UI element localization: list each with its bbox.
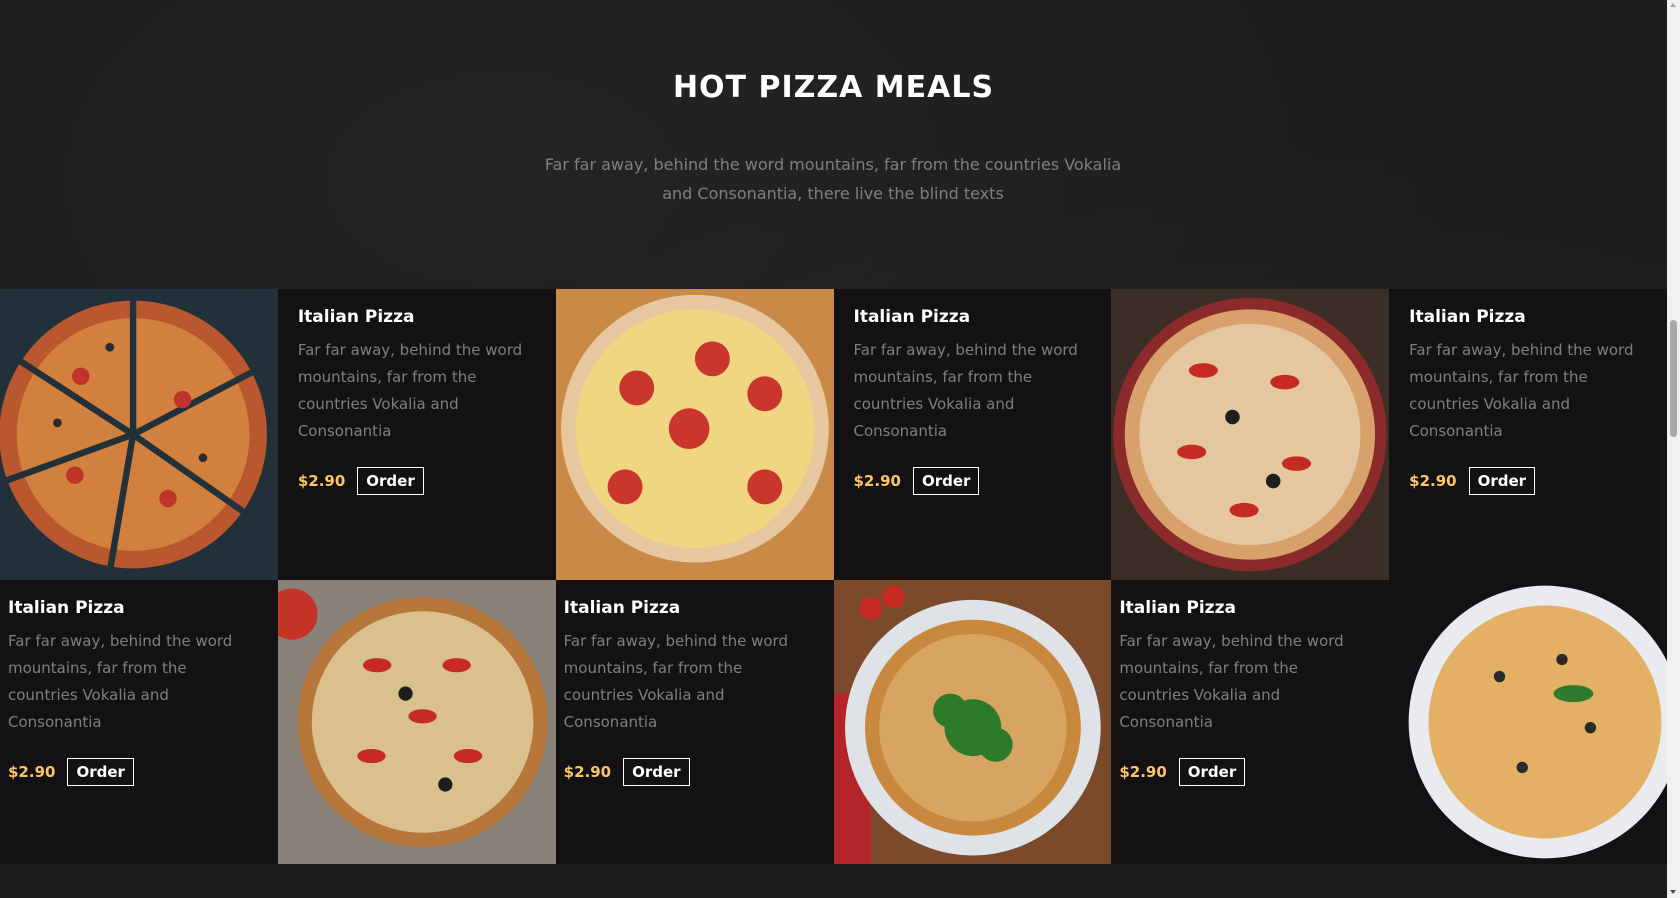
item-price: $2.90	[853, 472, 901, 490]
item-title: Italian Pizza	[1119, 598, 1236, 618]
scrollbar-thumb[interactable]	[1670, 320, 1677, 437]
pizza-grid: Italian Pizza Far far away, behind the w…	[0, 289, 1667, 864]
item-description: Far far away, behind the word mountains,…	[853, 341, 1078, 440]
item-price: $2.90	[1119, 763, 1167, 781]
pizza-image	[277, 580, 556, 864]
item-description: Far far away, behind the word mountains,…	[1119, 632, 1344, 731]
item-title: Italian Pizza	[563, 598, 681, 618]
item-title: Italian Pizza	[853, 307, 971, 327]
pizza-image	[833, 580, 1112, 864]
section-heading: HOT PIZZA MEALS	[672, 70, 995, 105]
order-button[interactable]: Order	[623, 758, 690, 786]
order-button[interactable]: Order	[1178, 758, 1246, 786]
item-description: Far far away, behind the word mountains,…	[297, 341, 523, 440]
item-description: Far far away, behind the word mountains,…	[563, 632, 788, 731]
scroll-up-arrow-icon[interactable]	[1670, 3, 1676, 7]
scroll-down-arrow-icon[interactable]	[1670, 890, 1676, 894]
pizza-image	[555, 289, 834, 580]
item-title: Italian Pizza	[297, 307, 415, 327]
item-description: Far far away, behind the word mountains,…	[8, 632, 233, 731]
vertical-scrollbar[interactable]	[1667, 0, 1680, 898]
section-subtitle: Far far away, behind the word mountains,…	[544, 155, 1122, 203]
menu-item-card: Italian Pizza Far far away, behind the w…	[555, 580, 834, 864]
item-price: $2.90	[563, 763, 612, 781]
item-title: Italian Pizza	[8, 598, 125, 618]
menu-item-card: Italian Pizza Far far away, behind the w…	[833, 289, 1112, 580]
order-button[interactable]: Order	[67, 758, 134, 786]
item-price: $2.90	[8, 763, 56, 781]
order-button[interactable]: Order	[1468, 467, 1536, 495]
item-price: $2.90	[1409, 472, 1457, 490]
pizza-image	[0, 289, 278, 580]
item-title: Italian Pizza	[1409, 307, 1526, 327]
menu-item-card: Italian Pizza Far far away, behind the w…	[1389, 289, 1667, 580]
menu-item-card: Italian Pizza Far far away, behind the w…	[1111, 580, 1390, 864]
item-price: $2.90	[297, 472, 346, 490]
pizza-image	[1111, 289, 1390, 580]
menu-item-card: Italian Pizza Far far away, behind the w…	[0, 580, 278, 864]
order-button[interactable]: Order	[357, 467, 424, 495]
item-description: Far far away, behind the word mountains,…	[1409, 341, 1634, 440]
menu-item-card: Italian Pizza Far far away, behind the w…	[277, 289, 556, 580]
order-button[interactable]: Order	[912, 467, 980, 495]
pizza-image	[1389, 580, 1667, 864]
menu-section: HOT PIZZA MEALS Far far away, behind the…	[0, 0, 1667, 898]
